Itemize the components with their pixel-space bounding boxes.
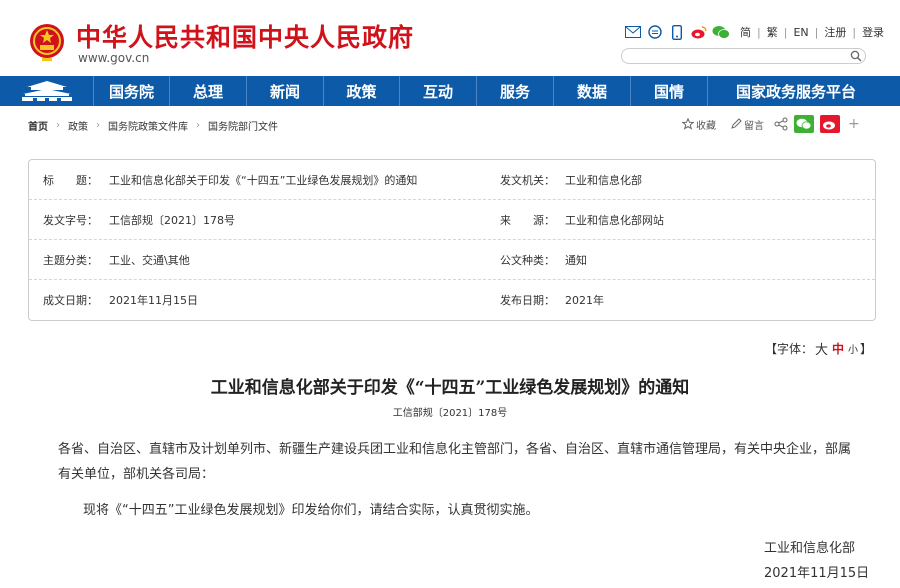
nav-item-news[interactable]: 新闻 (247, 76, 324, 106)
meta-issuer-label: 发文机关： (500, 173, 555, 187)
meta-date-label: 成文日期： (43, 294, 98, 307)
meta-date-value: 2021年11月15日 (109, 294, 198, 307)
register-link[interactable]: 注册 (824, 24, 846, 40)
login-link[interactable]: 登录 (862, 24, 884, 40)
separator: | (814, 25, 819, 39)
site-title[interactable]: 中华人民共和国中央人民政府 (76, 18, 414, 54)
share-icon[interactable] (774, 117, 788, 131)
article-signature-date: 2021年11月15日 (764, 566, 870, 581)
nav-item-premier[interactable]: 总理 (170, 76, 247, 106)
breadcrumb-policy-library[interactable]: 国务院政策文件库 (108, 118, 188, 133)
star-icon (682, 118, 694, 130)
tiananmen-icon (21, 81, 72, 101)
separator: | (783, 25, 788, 39)
site-url[interactable]: www.gov.cn (78, 51, 149, 65)
breadcrumb: 首页 › 政策 › 国务院政策文件库 › 国务院部门文件 (28, 118, 278, 133)
nav-item-data[interactable]: 数据 (554, 76, 631, 106)
breadcrumb-policy[interactable]: 政策 (68, 118, 88, 133)
search-icon[interactable] (850, 50, 862, 62)
pencil-icon (731, 118, 742, 129)
font-size-medium-button[interactable]: 中 (832, 340, 844, 357)
nav-item-services[interactable]: 服务 (477, 76, 554, 106)
meta-docno-value: 工信部规〔2021〕178号 (109, 213, 235, 227)
breadcrumb-separator: › (56, 119, 60, 131)
separator: | (852, 25, 857, 39)
weibo-icon[interactable] (690, 24, 708, 40)
nav-item-gov-services-platform[interactable]: 国家政务服务平台 (708, 76, 884, 106)
nav-item-national-info[interactable]: 国情 (631, 76, 708, 106)
breadcrumb-separator: › (196, 119, 200, 131)
mail-icon[interactable] (624, 24, 642, 40)
nav-item-policy[interactable]: 政策 (324, 76, 400, 106)
meta-type-value: 通知 (565, 253, 587, 267)
weibo-icon (823, 121, 835, 130)
lang-simplified-link[interactable]: 简 (740, 24, 751, 40)
breadcrumb-home[interactable]: 首页 (28, 118, 48, 133)
font-size-switch: 【字体： 大 中 小 】 (765, 339, 872, 358)
meta-title-value: 工业和信息化部关于印发《“十四五”工业绿色发展规划》的通知 (109, 173, 418, 187)
weibo-share-button[interactable] (820, 115, 840, 133)
article-title: 工业和信息化部关于印发《“十四五”工业绿色发展规划》的通知 (210, 378, 690, 398)
share-toolbar: 收藏 留言 + (682, 114, 860, 134)
meta-type-label: 公文种类： (500, 253, 555, 267)
font-size-prefix: 【字体： (764, 342, 813, 356)
lang-traditional-link[interactable]: 繁 (767, 24, 778, 40)
national-emblem-icon (30, 24, 64, 61)
wechat-share-button[interactable] (794, 115, 814, 133)
nav-item-interaction[interactable]: 互动 (400, 76, 477, 106)
search-input[interactable] (621, 48, 866, 64)
separator: | (757, 25, 761, 39)
meta-pubdate-label: 发布日期： (500, 294, 555, 307)
meta-topic-label: 主题分类： (43, 253, 98, 267)
wechat-icon (796, 118, 812, 130)
meta-row: 主题分类： 工业、交通\其他 公文种类： 通知 (29, 240, 875, 280)
comment-button[interactable]: 留言 (730, 117, 764, 132)
lang-english-link[interactable]: EN (793, 26, 808, 39)
breadcrumb-separator: › (96, 119, 100, 131)
wechat-icon[interactable] (712, 24, 730, 40)
article-body-paragraph: 现将《“十四五”工业绿色发展规划》印发给你们，请结合实际，认真贯彻实施。 (83, 503, 539, 518)
font-size-suffix: 】 (859, 342, 872, 356)
meta-row: 成文日期： 2021年11月15日 发布日期： 2021年 (29, 280, 875, 320)
meta-topic-value: 工业、交通\其他 (109, 253, 190, 267)
breadcrumb-department-docs[interactable]: 国务院部门文件 (208, 118, 278, 133)
font-size-large-button[interactable]: 大 (815, 339, 828, 358)
article-recipients: 各省、自治区、直辖市及计划单列市、新疆生产建设兵团工业和信息化主管部门，各省、自… (58, 442, 852, 482)
meta-source-label: 来 源： (500, 213, 555, 227)
comment-label: 留言 (744, 120, 764, 132)
meta-source-value: 工业和信息化部网站 (565, 213, 664, 227)
meta-title-label: 标 题： (43, 173, 98, 187)
nav-home-logo[interactable] (0, 76, 94, 106)
top-links: 简 | 繁 | EN | 注册 | 登录 (624, 22, 884, 42)
main-nav: 国务院 总理 新闻 政策 互动 服务 数据 国情 国家政务服务平台 (0, 76, 900, 106)
document-metadata-card: 标 题： 工业和信息化部关于印发《“十四五”工业绿色发展规划》的通知 发文机关：… (28, 159, 876, 321)
article-signature-org: 工业和信息化部 (764, 541, 856, 556)
meta-issuer-value: 工业和信息化部 (565, 173, 642, 187)
collect-label: 收藏 (696, 120, 716, 132)
meta-pubdate-value: 2021年 (565, 294, 604, 307)
meta-row: 发文字号： 工信部规〔2021〕178号 来 源： 工业和信息化部网站 (29, 200, 875, 240)
site-header: 中华人民共和国中央人民政府 www.gov.cn 简 | 繁 | EN | 注册… (0, 0, 900, 76)
meta-row: 标 题： 工业和信息化部关于印发《“十四五”工业绿色发展规划》的通知 发文机关：… (29, 160, 875, 200)
collect-button[interactable]: 收藏 (682, 117, 716, 132)
message-icon[interactable] (646, 24, 664, 40)
mobile-icon[interactable] (668, 24, 686, 40)
article-doc-number: 工信部规〔2021〕178号 (392, 408, 508, 419)
more-share-icon[interactable]: + (848, 116, 860, 132)
meta-docno-label: 发文字号： (43, 213, 98, 227)
font-size-small-button[interactable]: 小 (848, 341, 858, 356)
nav-item-state-council[interactable]: 国务院 (94, 76, 170, 106)
